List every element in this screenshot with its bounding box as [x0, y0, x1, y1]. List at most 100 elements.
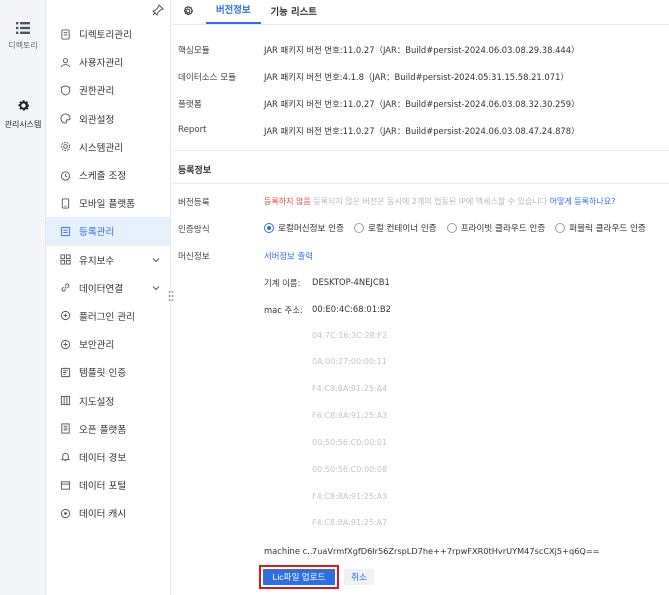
gear-icon	[60, 142, 71, 152]
pin-icon[interactable]	[152, 4, 164, 16]
sidebar-item[interactable]: 스케줄 조정	[46, 161, 170, 189]
section-divider	[172, 150, 669, 151]
sidebar-item[interactable]: 권한관리	[46, 76, 170, 104]
version-value-core: JAR 패키지 버전 번호:11.0.27（JAR：Build#persist-…	[264, 45, 580, 55]
bell-icon	[60, 453, 71, 462]
sidebar-item[interactable]: 디렉토리관리	[46, 20, 170, 48]
sidebar-item[interactable]: 데이터 경보	[46, 443, 170, 471]
register-icon	[60, 226, 71, 236]
registration-section-title: 등록정보	[178, 166, 212, 176]
cache-icon	[60, 508, 71, 518]
auth-option-public-cloud[interactable]: 퍼블릭 클라우드 인증	[555, 222, 646, 234]
gear-icon	[18, 100, 29, 111]
chevron-down-icon[interactable]	[152, 256, 160, 264]
radio-icon[interactable]	[446, 223, 457, 233]
upload-license-button[interactable]: Lic파일 업로드	[259, 565, 339, 589]
auth-option-label: 로컬 컨테이너 인증	[367, 224, 437, 234]
link-icon	[61, 283, 70, 292]
how-to-register-link[interactable]: 어떻게 등록하나요?	[550, 197, 616, 206]
user-icon	[60, 57, 71, 68]
auth-option-label: 프라이빗 클라우드 인증	[460, 224, 546, 234]
version-value-platform: JAR 패키지 버전 번호:11.0.27（JAR：Build#persist-…	[264, 99, 580, 109]
section-divider	[172, 183, 669, 184]
list-icon	[16, 22, 30, 34]
sidebar-item-label: 등록관리	[79, 227, 115, 239]
auth-option-local-container[interactable]: 로컬 컨테이너 인증	[353, 222, 437, 234]
sidebar-item[interactable]: 데이터 포털	[46, 471, 170, 499]
sidebar-item[interactable]: 데이터연결	[46, 274, 170, 302]
version-key-datasource: 데이터소스 모듈	[178, 73, 237, 83]
mac-address-primary: 00:E0:4C:68:01:B2	[312, 304, 391, 314]
auth-option-label: 퍼블릭 클라우드 인증	[569, 224, 646, 234]
sidebar-item[interactable]: 등록관리	[46, 217, 170, 246]
auth-option-local-machine[interactable]: 로컬머신정보 인증	[264, 222, 344, 234]
settings-gear-icon[interactable]	[182, 5, 194, 17]
sidebar-item-label: 스케줄 조정	[79, 171, 127, 183]
rail-item-directory[interactable]: 디렉토리	[0, 22, 46, 51]
sidebar-item[interactable]: 외관설정	[46, 105, 170, 133]
machine-code-label: machine c...	[264, 546, 316, 556]
sidebar-item[interactable]: 유지보수	[46, 246, 170, 274]
sidebar-item-label: 권한관리	[79, 86, 115, 98]
sidebar-item[interactable]: 모바일 플랫폼	[46, 189, 170, 217]
sidebar-item[interactable]: 시스템관리	[46, 133, 170, 161]
sidebar-item[interactable]: 보안관리	[46, 330, 170, 358]
version-value-datasource: JAR 패키지 버전 번호:4.1.8（JAR：Build#persist-20…	[264, 72, 569, 82]
rail-item-management-system[interactable]: 관리시스템	[0, 98, 46, 130]
version-key-core: 핵심모듈	[178, 46, 210, 56]
auth-option-private-cloud[interactable]: 프라이빗 클라우드 인증	[446, 222, 546, 234]
sidebar-item-label: 유지보수	[79, 255, 115, 267]
mac-address-item: 00:50:56:C0:00:01	[312, 438, 388, 447]
tab-version-info[interactable]: 버전정보	[206, 2, 261, 24]
tab-bar: 버전정보 기능 리스트	[172, 0, 669, 25]
sidebar-item-label: 외관설정	[79, 114, 115, 126]
auth-method-radio-group: 로컬머신정보 인증 로컬 컨테이너 인증 프라이빗 클라우드 인증 퍼블릭 클라…	[264, 222, 646, 234]
mac-address-item: 04:7C:16:3C:28:F2	[312, 331, 388, 340]
sidebar-item[interactable]: 데이터 캐시	[46, 499, 170, 527]
sidebar-item-label: 데이터 경보	[79, 452, 127, 464]
sidebar-item-label: 사용자관리	[79, 58, 124, 70]
version-registration-key: 버전등록	[178, 198, 210, 208]
chevron-down-icon[interactable]	[152, 284, 160, 292]
rail-item-label: 관리시스템	[4, 120, 42, 129]
shield-icon	[60, 85, 71, 96]
portal-icon	[60, 480, 71, 490]
cancel-button[interactable]: 취소	[344, 569, 374, 585]
radio-icon[interactable]	[555, 223, 566, 233]
sidebar-item[interactable]: 템플릿 인증	[46, 358, 170, 386]
server-info-export-link[interactable]: 서버정보 출력	[264, 250, 313, 262]
radio-icon[interactable]	[353, 223, 364, 233]
plugin-icon	[60, 311, 71, 321]
mobile-icon	[61, 198, 70, 209]
rail-item-label: 디렉토리	[8, 41, 38, 50]
radio-selected-icon[interactable]	[264, 223, 274, 233]
sidebar-item[interactable]: 플러그인 관리	[46, 302, 170, 330]
clock-icon	[60, 170, 71, 181]
mac-address-item: 00:50:56:C0:00:08	[312, 465, 388, 474]
sidebar-item[interactable]: 사용자관리	[46, 48, 170, 76]
sidebar-item-label: 모바일 플랫폼	[79, 199, 136, 211]
mac-address-item: F4:C8:8A:91:25:A3	[312, 492, 388, 501]
sidebar-item-label: 데이터연결	[79, 283, 124, 295]
palette-icon	[60, 113, 71, 124]
version-value-report: JAR 패키지 버전 번호:11.0.27（JAR：Build#persist-…	[264, 126, 580, 136]
sidebar-item-label: 보안관리	[79, 340, 115, 352]
sidebar-item-label: 디렉토리관리	[79, 30, 132, 42]
map-icon	[60, 395, 71, 406]
main-panel: 버전정보 기능 리스트 핵심모듈 JAR 패키지 버전 번호:11.0.27（J…	[172, 0, 669, 595]
doc-icon	[61, 423, 70, 434]
sidebar-item-label: 플러그인 관리	[79, 311, 136, 323]
mac-address-item: F4:C8:8A:91:25:A7	[312, 518, 388, 527]
sidebar-item-label: 오픈 플랫폼	[79, 424, 127, 436]
registration-status: 등록하지 않음	[264, 197, 311, 206]
sidebar-item-label: 데이터 포털	[79, 481, 127, 493]
sidebar-item[interactable]: 지도설정	[46, 386, 170, 414]
machine-code-value: 7uaVrmfXgfD6lr56ZrspLD7he++7rpwFXR0tHvrU…	[312, 546, 600, 556]
version-key-report: Report	[178, 125, 207, 135]
mac-address-item: F6:C8:8A:91:25:A3	[312, 411, 388, 420]
sidebar-item-label: 데이터 캐시	[79, 509, 127, 521]
tab-feature-list[interactable]: 기능 리스트	[261, 4, 327, 24]
hostname-label: 기계 이름:	[264, 278, 301, 288]
sidebar-item[interactable]: 오픈 플랫폼	[46, 415, 170, 443]
sidebar-item-label: 템플릿 인증	[79, 368, 127, 380]
